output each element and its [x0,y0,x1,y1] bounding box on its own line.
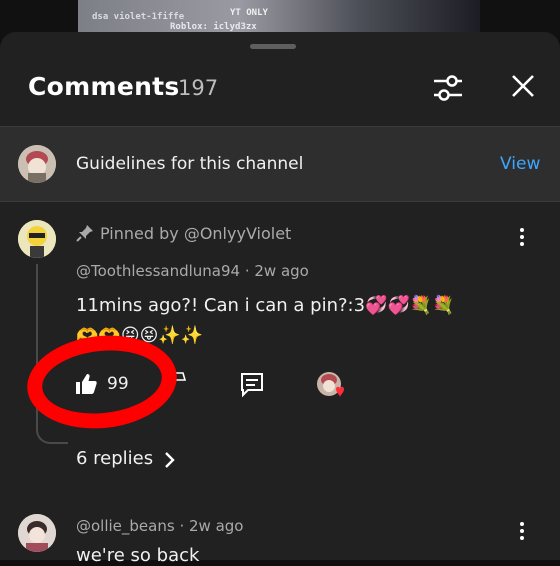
video-channel-tag: dsa violet-1fiffe [92,12,185,22]
comment-meta-2: @ollie_beans · 2w ago [76,517,243,535]
comment-meta: @Toothlessandluna94 · 2w ago [76,262,309,280]
comment-author-2[interactable]: @ollie_beans [76,517,175,535]
comment-text: 11mins ago?! Can i can a pin?:3💞💞💐💐 [76,295,455,316]
comment-text-2: we're so back [76,545,200,566]
comment-time: 2w ago [254,262,309,280]
chevron-right-icon[interactable] [161,451,177,469]
comments-title: Comments [28,72,180,101]
video-overlay-tag: YT ONLY [230,8,268,18]
comment-avatar[interactable] [18,220,56,258]
more-vert-icon-2[interactable] [518,522,526,542]
close-icon[interactable] [507,70,539,102]
pinned-label: Pinned by @OnlyyViolet [100,224,292,243]
video-roblox-tag: Roblox: iclyd3zx [170,22,257,32]
channel-avatar [18,145,56,183]
guidelines-view-link[interactable]: View [500,154,540,174]
view-replies-link[interactable]: 6 replies [76,448,153,469]
creator-heart-icon [317,372,344,397]
pin-icon [76,225,93,242]
meta-separator-2: · [179,517,189,535]
comments-count: 197 [178,76,219,100]
guidelines-divider [0,201,560,202]
guidelines-text: Guidelines for this channel [76,154,304,174]
comment-time-2: 2w ago [189,517,244,535]
comment-avatar-2[interactable] [18,514,56,552]
comment-author[interactable]: @Toothlessandluna94 [76,262,240,280]
reply-icon[interactable] [239,371,265,397]
drag-handle[interactable] [250,44,296,49]
meta-separator: · [244,262,255,280]
more-vert-icon[interactable] [518,228,526,248]
sliders-icon[interactable] [430,70,466,106]
